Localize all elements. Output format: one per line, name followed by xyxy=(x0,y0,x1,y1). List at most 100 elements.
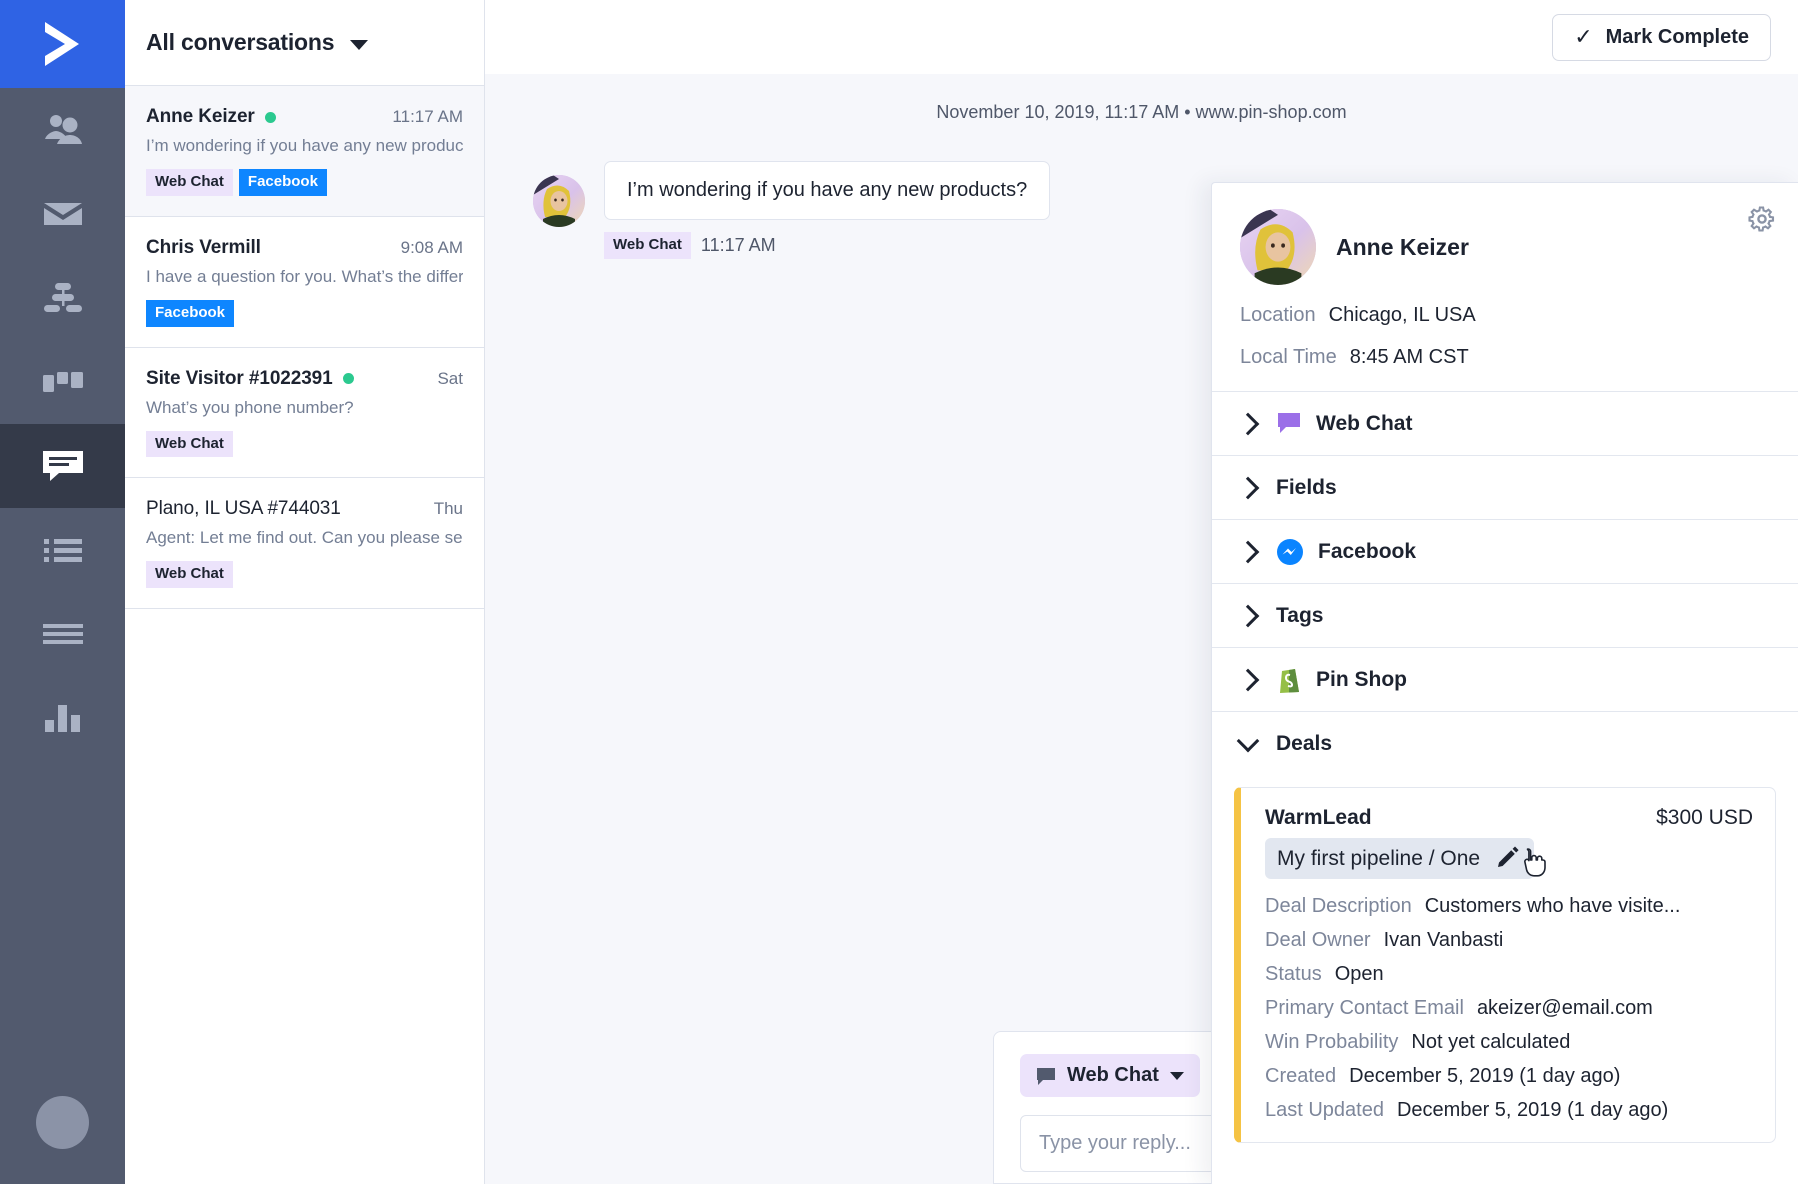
composer-channel-selector[interactable]: Web Chat xyxy=(1020,1054,1200,1097)
anne-keizer-avatar-icon xyxy=(533,175,585,227)
message-column: I’m wondering if you have any new produc… xyxy=(604,161,1051,259)
deal-title: WarmLead xyxy=(1265,806,1372,829)
contact-field-local-time: Local Time 8:45 AM CST xyxy=(1240,346,1770,369)
details-section-pin-shop[interactable]: Pin Shop xyxy=(1212,647,1798,711)
channel-tag: Web Chat xyxy=(146,561,233,588)
conversation-list-item[interactable]: Site Visitor #1022391 Sat What’s you phone… xyxy=(125,348,484,479)
contacts-people-icon xyxy=(44,115,82,144)
deal-field-value: Customers who have visite... xyxy=(1424,895,1681,917)
conversation-filter-label: All conversations xyxy=(146,29,335,55)
contact-details-panel: Anne Keizer Location Chicago, IL USA Loc… xyxy=(1211,182,1798,1184)
rail-item-campaigns[interactable] xyxy=(0,172,125,256)
rail-item-forms[interactable] xyxy=(0,592,125,676)
deal-field-key: Status xyxy=(1265,963,1322,985)
gear-icon[interactable] xyxy=(1748,205,1776,238)
conversation-item-tags: Web Chat xyxy=(146,430,463,458)
deal-field-key: Primary Contact Email xyxy=(1265,997,1464,1019)
details-section-label: Facebook xyxy=(1318,539,1417,563)
contact-field-key: Location xyxy=(1240,304,1316,326)
mark-complete-label: Mark Complete xyxy=(1605,25,1749,48)
conversation-item-preview: What’s you phone number? xyxy=(146,397,354,417)
conversation-item-tags: Facebook xyxy=(146,299,463,327)
message-channel-badge: Web Chat xyxy=(604,232,691,259)
deal-card[interactable]: WarmLead $300 USD My first pipeline / One D… xyxy=(1234,787,1776,1143)
deal-pipeline-label: My first pipeline / One xyxy=(1277,846,1481,870)
conversation-filter-dropdown[interactable]: All conversations xyxy=(125,0,484,86)
channel-tag: Web Chat xyxy=(146,430,233,458)
composer-channel-label: Web Chat xyxy=(1067,1064,1159,1086)
conversation-list-panel: All conversations Anne Keizer 11:17 AM I’m… xyxy=(125,0,485,1184)
message-bubble: I’m wondering if you have any new produc… xyxy=(604,161,1051,220)
details-accordion: Web Chat Fields Facebook Tags Pin Shop Deals W… xyxy=(1212,391,1798,1143)
conversation-list-item[interactable]: Plano, IL USA #744031 Thu Agent: Let me fi… xyxy=(125,478,484,609)
conversation-item-tags: Web Chat Facebook xyxy=(146,169,463,196)
facebook-messenger-icon xyxy=(1276,538,1304,566)
deal-field-value: December 5, 2019 (1 day ago) xyxy=(1349,1065,1621,1087)
details-section-tags[interactable]: Tags xyxy=(1212,583,1798,647)
mark-complete-button[interactable]: ✓ Mark Complete xyxy=(1552,13,1771,61)
details-section-deals[interactable]: Deals xyxy=(1212,711,1798,775)
details-section-web-chat[interactable]: Web Chat xyxy=(1212,391,1798,455)
forms-lines-icon xyxy=(42,624,83,644)
rail-item-deals[interactable] xyxy=(0,340,125,424)
main-topbar: ✓ Mark Complete xyxy=(485,0,1798,74)
details-section-fields[interactable]: Fields xyxy=(1212,455,1798,519)
check-icon: ✓ xyxy=(1574,24,1593,49)
left-nav-rail xyxy=(0,0,125,1184)
deal-field-row: Created December 5, 2019 (1 day ago) xyxy=(1265,1065,1753,1088)
deals-pipeline-icon xyxy=(42,372,83,392)
rail-item-automations[interactable] xyxy=(0,256,125,340)
chevron-right-icon xyxy=(1236,476,1260,499)
anne-keizer-avatar-icon xyxy=(1240,209,1316,285)
deal-field-row: Last Updated December 5, 2019 (1 day ago) xyxy=(1265,1099,1753,1122)
reports-bar-chart-icon xyxy=(44,705,80,732)
conversation-item-top: Chris Vermill 9:08 AM xyxy=(146,237,463,259)
chevron-right-icon xyxy=(1236,540,1260,563)
rail-item-conversations[interactable] xyxy=(0,424,125,508)
app-logo[interactable] xyxy=(0,0,125,88)
app-root: All conversations Anne Keizer 11:17 AM I’m… xyxy=(0,0,1798,1184)
deal-field-value: akeizer@email.com xyxy=(1476,997,1653,1019)
conversation-items: Anne Keizer 11:17 AM I’m wondering if you … xyxy=(125,86,484,609)
message-avatar xyxy=(533,175,585,227)
channel-tag: Facebook xyxy=(146,299,235,327)
conversation-item-time: Thu xyxy=(433,499,463,519)
deal-field-key: Deal Owner xyxy=(1265,929,1371,951)
user-avatar-placeholder-icon[interactable] xyxy=(36,1096,89,1149)
rail-item-contacts[interactable] xyxy=(0,88,125,172)
channel-tag: Facebook xyxy=(238,169,327,196)
conversation-item-time: 9:08 AM xyxy=(400,237,463,257)
conversation-item-name: Site Visitor #1022391 xyxy=(146,367,333,389)
details-section-facebook[interactable]: Facebook xyxy=(1212,519,1798,583)
chevron-right-icon xyxy=(1236,668,1260,691)
conversation-item-top: Site Visitor #1022391 Sat xyxy=(146,368,463,390)
conversation-list-item[interactable]: Anne Keizer 11:17 AM I’m wondering if you … xyxy=(125,86,484,217)
rail-item-reports[interactable] xyxy=(0,676,125,760)
pencil-edit-icon[interactable] xyxy=(1496,844,1520,873)
conversation-list-item[interactable]: Chris Vermill 9:08 AM I have a question fo… xyxy=(125,217,484,348)
message-time: 11:17 AM xyxy=(700,234,776,255)
conversation-item-time: 11:17 AM xyxy=(392,107,463,126)
activecampaign-chevron-logo-icon xyxy=(44,22,79,66)
rail-icon-list xyxy=(0,88,125,760)
deal-field-row: Status Open xyxy=(1265,963,1753,986)
deal-field-value: Not yet calculated xyxy=(1411,1031,1571,1053)
deal-pipeline-stage-editor[interactable]: My first pipeline / One xyxy=(1265,838,1546,879)
rail-item-lists[interactable] xyxy=(0,508,125,592)
conversation-item-top: Anne Keizer 11:17 AM xyxy=(146,106,463,128)
deal-card-header: WarmLead $300 USD xyxy=(1265,806,1753,830)
deal-field-row: Deal Description Customers who have visit… xyxy=(1265,895,1753,918)
contact-field-key: Local Time xyxy=(1240,346,1337,368)
contact-field-value: 8:45 AM CST xyxy=(1349,346,1469,368)
deal-field-row: Primary Contact Email akeizer@email.com xyxy=(1265,997,1753,1020)
contact-field-location: Location Chicago, IL USA xyxy=(1240,304,1770,327)
conversation-item-preview: Agent: Let me find out. Can you please s… xyxy=(146,528,463,548)
details-section-label: Tags xyxy=(1276,603,1324,627)
deal-field-row: Win Probability Not yet calculated xyxy=(1265,1031,1753,1054)
envelope-mail-icon xyxy=(43,203,82,225)
deal-field-value: Ivan Vanbasti xyxy=(1383,929,1504,951)
web-chat-bubble-icon xyxy=(1276,412,1302,436)
chevron-right-icon xyxy=(1236,412,1260,435)
online-status-dot-icon xyxy=(264,111,276,123)
deal-amount: $300 USD xyxy=(1656,806,1753,829)
